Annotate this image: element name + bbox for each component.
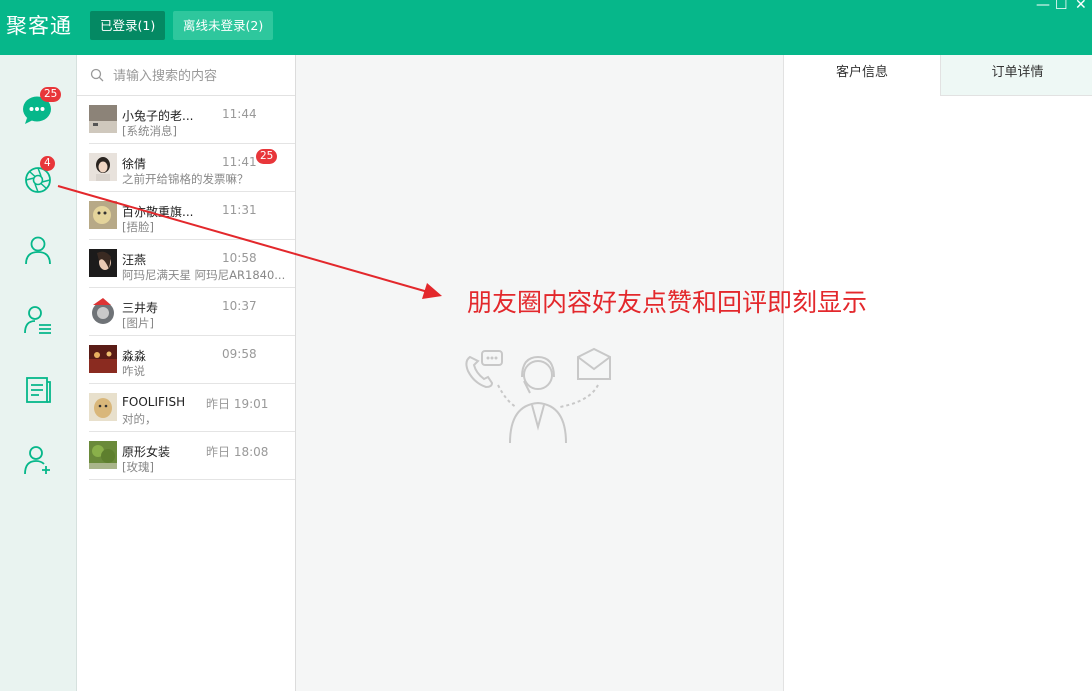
chat-name: 淼淼 bbox=[122, 349, 147, 363]
chat-preview: [图片] bbox=[122, 316, 154, 330]
app-logo: 聚客通 bbox=[6, 14, 72, 38]
maximize-button[interactable]: ☐ bbox=[1055, 0, 1068, 13]
chat-item[interactable]: FOOLIFISH 昨日 19:01 对的， bbox=[89, 384, 295, 432]
tab-customer-info[interactable]: 客户信息 bbox=[784, 55, 940, 95]
nav-orders[interactable] bbox=[21, 373, 55, 407]
nav-chat[interactable]: 25 bbox=[21, 87, 62, 127]
chat-preview: 对的， bbox=[122, 412, 157, 426]
top-bar: 聚客通 已登录(1) 离线未登录(2) — ☐ ✕ bbox=[0, 0, 1092, 55]
chat-name: 小兔子的老... bbox=[122, 109, 194, 123]
chat-preview: [系统消息] bbox=[122, 124, 177, 138]
tab-offline[interactable]: 离线未登录(2) bbox=[173, 11, 274, 40]
chat-time: 10:58 bbox=[222, 251, 257, 265]
chat-name: 徐倩 bbox=[122, 157, 147, 171]
tab-logged-in[interactable]: 已登录(1) bbox=[90, 11, 166, 40]
chat-name: 百亦散重旗... bbox=[122, 205, 194, 219]
left-nav: 25 4 bbox=[0, 55, 77, 691]
conversation-area bbox=[296, 55, 783, 691]
chat-name: 原形女装 bbox=[122, 445, 171, 459]
chat-name: 三井寿 bbox=[122, 301, 159, 315]
chat-item[interactable]: 百亦散重旗... 11:31 [捂脸] bbox=[89, 192, 295, 240]
customer-service-illustration bbox=[465, 347, 611, 444]
avatar bbox=[89, 345, 117, 373]
chat-time: 昨日 19:01 bbox=[206, 397, 269, 411]
chat-item[interactable]: 汪燕 10:58 阿玛尼满天星 阿玛尼AR1840... bbox=[89, 240, 295, 288]
unread-badge: 25 bbox=[256, 149, 278, 164]
document-icon bbox=[26, 377, 51, 403]
avatar bbox=[89, 201, 117, 229]
chat-name: FOOLIFISH bbox=[122, 395, 186, 409]
conversation-list-panel: 小兔子的老... 11:44 [系统消息] 徐倩 11:41 25 之前开给锦格… bbox=[77, 55, 296, 691]
nav-contacts[interactable] bbox=[21, 233, 55, 267]
close-button[interactable]: ✕ bbox=[1075, 0, 1087, 13]
add-user-icon bbox=[24, 446, 50, 475]
avatar bbox=[89, 249, 117, 277]
chat-item[interactable]: 三井寿 10:37 [图片] bbox=[89, 288, 295, 336]
tab-order-details[interactable]: 订单详情 bbox=[940, 55, 1092, 96]
chat-badge: 25 bbox=[40, 87, 62, 102]
annotation-text: 朋友圈内容好友点赞和回评即刻显示 bbox=[467, 288, 868, 317]
avatar bbox=[89, 105, 117, 133]
nav-add-friend[interactable] bbox=[21, 443, 55, 477]
chat-preview: 之前开给锦格的发票嘛？ bbox=[122, 172, 249, 186]
chat-name: 汪燕 bbox=[122, 253, 147, 267]
nav-moments[interactable]: 4 bbox=[21, 156, 55, 197]
chat-time: 11:44 bbox=[222, 107, 257, 121]
minimize-button[interactable]: — bbox=[1036, 0, 1050, 13]
chat-preview: 咋说 bbox=[122, 364, 145, 378]
chat-item[interactable]: 小兔子的老... 11:44 [系统消息] bbox=[89, 96, 295, 144]
chat-item[interactable]: 淼淼 09:58 咋说 bbox=[89, 336, 295, 384]
chat-time: 11:41 bbox=[222, 155, 257, 169]
chat-preview: [玫瑰] bbox=[122, 460, 154, 474]
chat-item[interactable]: 徐倩 11:41 25 之前开给锦格的发票嘛？ bbox=[89, 144, 295, 192]
search-icon bbox=[90, 68, 104, 82]
avatar bbox=[89, 153, 117, 181]
search-input[interactable] bbox=[111, 65, 285, 87]
chat-item[interactable]: 原形女装 昨日 18:08 [玫瑰] bbox=[89, 432, 295, 480]
avatar bbox=[89, 393, 117, 421]
chat-time: 10:37 bbox=[222, 299, 257, 313]
avatar bbox=[89, 441, 117, 469]
search-bar bbox=[77, 55, 295, 96]
moments-badge: 4 bbox=[40, 156, 55, 171]
person-list-icon bbox=[24, 306, 51, 334]
chat-time: 11:31 bbox=[222, 203, 257, 217]
chat-time: 09:58 bbox=[222, 347, 257, 361]
right-panel: 客户信息 订单详情 bbox=[783, 55, 1092, 691]
nav-customer-list[interactable] bbox=[21, 303, 55, 337]
person-icon bbox=[25, 236, 51, 265]
chat-time: 昨日 18:08 bbox=[206, 445, 269, 459]
chat-preview: 阿玛尼满天星 阿玛尼AR1840... bbox=[122, 268, 286, 282]
chat-preview: [捂脸] bbox=[122, 220, 154, 234]
avatar bbox=[89, 297, 117, 325]
